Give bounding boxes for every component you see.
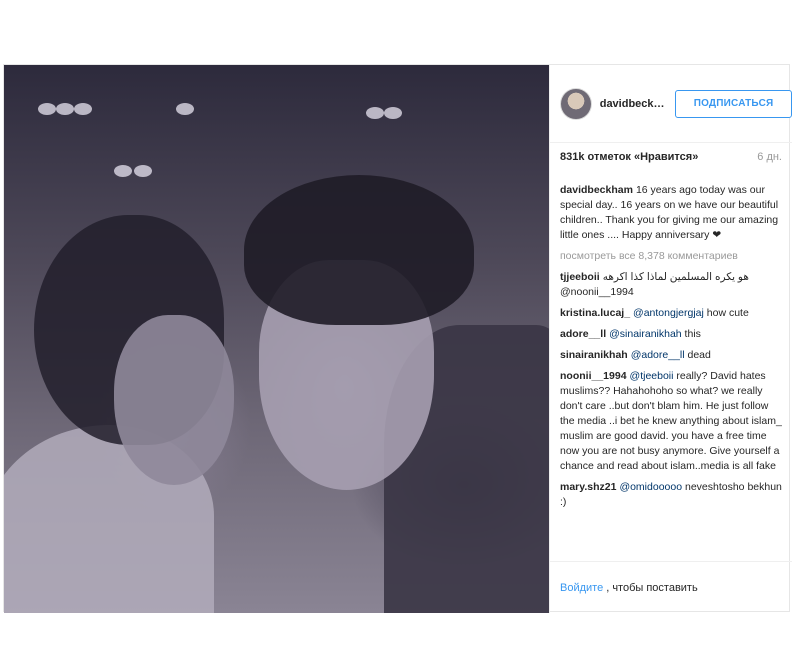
comment-mention[interactable]: @omidooooo: [619, 481, 682, 493]
comment-username[interactable]: mary.shz21: [560, 481, 616, 493]
comment-username[interactable]: noonii__1994: [560, 370, 627, 382]
comment-username[interactable]: sinairanikhah: [560, 349, 628, 361]
ceiling-light: [56, 103, 74, 115]
instagram-post: davidbeck… ПОДПИСАТЬСЯ 831k отметок «Нра…: [3, 64, 792, 613]
footer-text: , чтобы поставить «Нрави…: [606, 581, 701, 594]
ceiling-light: [176, 103, 194, 115]
comment-mention[interactable]: @antongjergjaj: [633, 307, 704, 319]
likes-count[interactable]: 831k отметок «Нравится»: [560, 151, 698, 163]
comments-list: davidbeckham 16 years ago today was our s…: [560, 183, 782, 516]
avatar[interactable]: [560, 87, 592, 120]
comment-text: this: [681, 328, 701, 340]
caption-username[interactable]: davidbeckham: [560, 184, 633, 196]
photo-shape: [244, 175, 474, 325]
list-item: adore__ll @sinairanikhah this: [560, 327, 782, 342]
comment-username[interactable]: tjjeeboii: [560, 271, 600, 283]
likes-row: 831k отметок «Нравится» 6 дн.: [560, 151, 782, 163]
comment-text: dead: [684, 349, 711, 361]
photo-shape: [114, 315, 234, 485]
follow-button[interactable]: ПОДПИСАТЬСЯ: [675, 89, 792, 118]
ceiling-light: [366, 107, 384, 119]
comment-text: really? David hates muslims?? Hahahohoho…: [560, 370, 782, 472]
comment-text: how cute: [703, 307, 749, 319]
ceiling-light: [38, 103, 56, 115]
list-item: noonii__1994 @tjeeboii really? David hate…: [560, 369, 782, 474]
list-item: mary.shz21 @omidooooo neveshtosho bekhun …: [560, 480, 782, 510]
post-time[interactable]: 6 дн.: [757, 151, 782, 163]
post-sidebar: davidbeck… ПОДПИСАТЬСЯ 831k отметок «Нра…: [549, 65, 792, 613]
view-all-comments-link[interactable]: посмотреть все 8,378 комментариев: [560, 249, 782, 264]
post-header: davidbeck… ПОДПИСАТЬСЯ: [550, 65, 792, 143]
ceiling-light: [114, 165, 132, 177]
login-link[interactable]: Войдите: [560, 582, 603, 594]
comment-mention[interactable]: @tjeeboii: [630, 370, 674, 382]
list-item: kristina.lucaj_ @antongjergjaj how cute: [560, 306, 782, 321]
post-photo[interactable]: [4, 65, 549, 613]
caption: davidbeckham 16 years ago today was our s…: [560, 183, 782, 243]
ceiling-light: [384, 107, 402, 119]
ceiling-light: [74, 103, 92, 115]
comment-username[interactable]: kristina.lucaj_: [560, 307, 630, 319]
post-footer: Войдите, чтобы поставить «Нрави…: [550, 561, 792, 613]
header-username[interactable]: davidbeck…: [600, 98, 667, 110]
comment-mention[interactable]: @adore__ll: [631, 349, 685, 361]
ceiling-light: [134, 165, 152, 177]
comment-mention[interactable]: @sinairanikhah: [609, 328, 682, 340]
list-item: sinairanikhah @adore__ll dead: [560, 348, 782, 363]
list-item: tjjeeboii هو يكره المسلمين لماذا كذا اكره…: [560, 270, 782, 300]
comment-username[interactable]: adore__ll: [560, 328, 606, 340]
